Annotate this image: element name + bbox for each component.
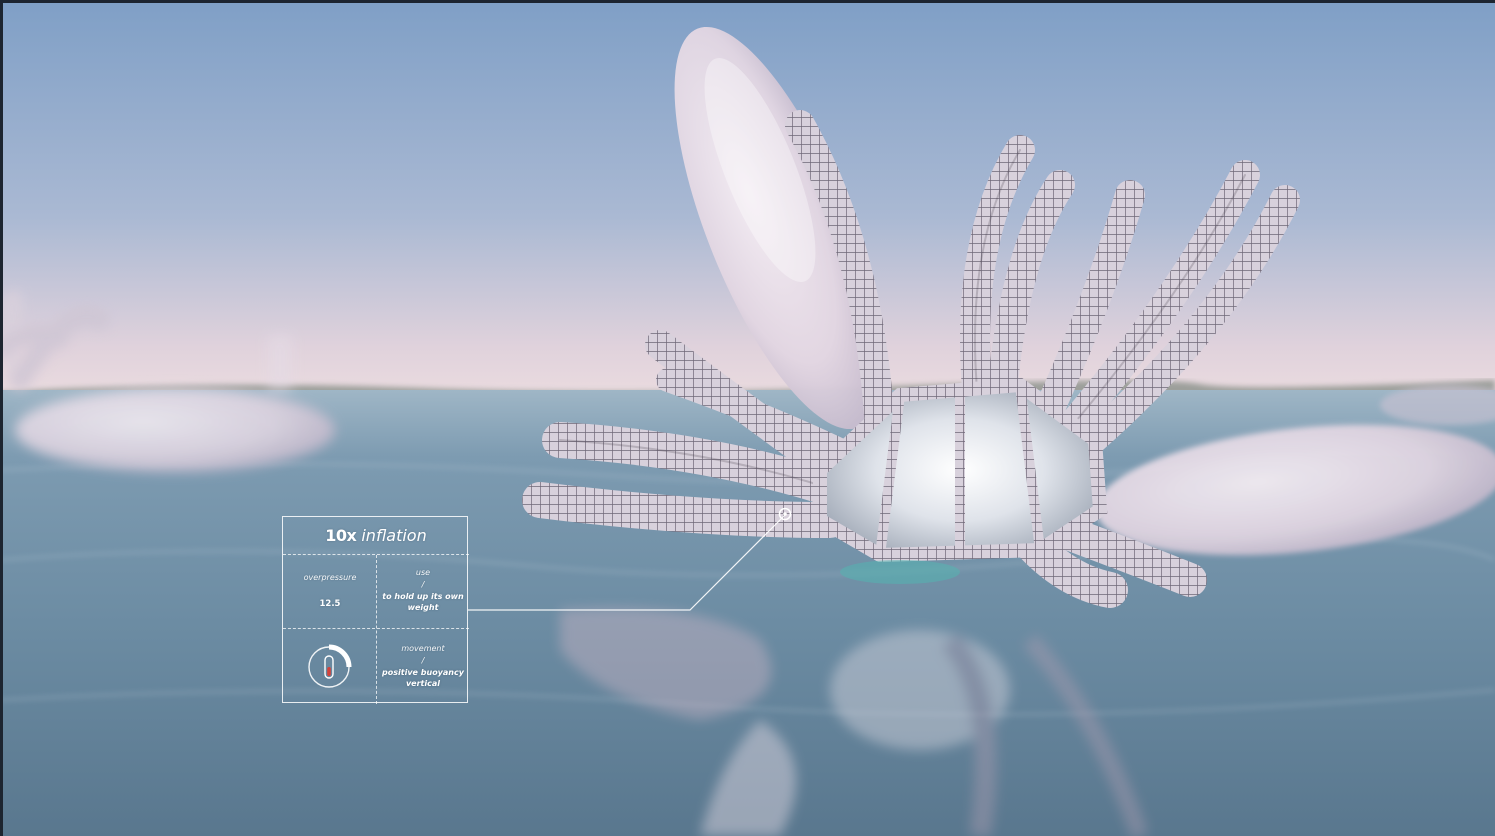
scene: 10x inflation overpressure 12.5 use / to… (0, 0, 1495, 836)
movement-value-line2: vertical (405, 679, 441, 688)
movement-separator: / (421, 656, 425, 665)
use-label: use (415, 568, 431, 577)
inflation-multiplier: 10x (325, 526, 357, 545)
movement-label: movement (401, 644, 445, 653)
movement-value-line1: positive buoyancy (382, 668, 464, 677)
use-value: to hold up its own weight (382, 592, 464, 612)
inflation-info-panel: 10x inflation overpressure 12.5 use / to… (282, 516, 469, 704)
panel-vertical-divider (376, 555, 377, 704)
overpressure-cell: overpressure 12.5 (285, 570, 375, 610)
overpressure-value: 12.5 (319, 599, 341, 609)
use-cell: use / to hold up its own weight (379, 565, 467, 613)
movement-cell: movement / positive buoyancy vertical (379, 641, 467, 689)
pressure-gauge-icon (308, 644, 352, 688)
panel-title: 10x inflation (283, 517, 469, 555)
inflation-label: inflation (361, 526, 427, 545)
use-separator: / (421, 580, 425, 589)
overpressure-label: overpressure (303, 573, 357, 582)
panel-horizontal-divider (283, 628, 469, 629)
render-background (0, 0, 1495, 836)
